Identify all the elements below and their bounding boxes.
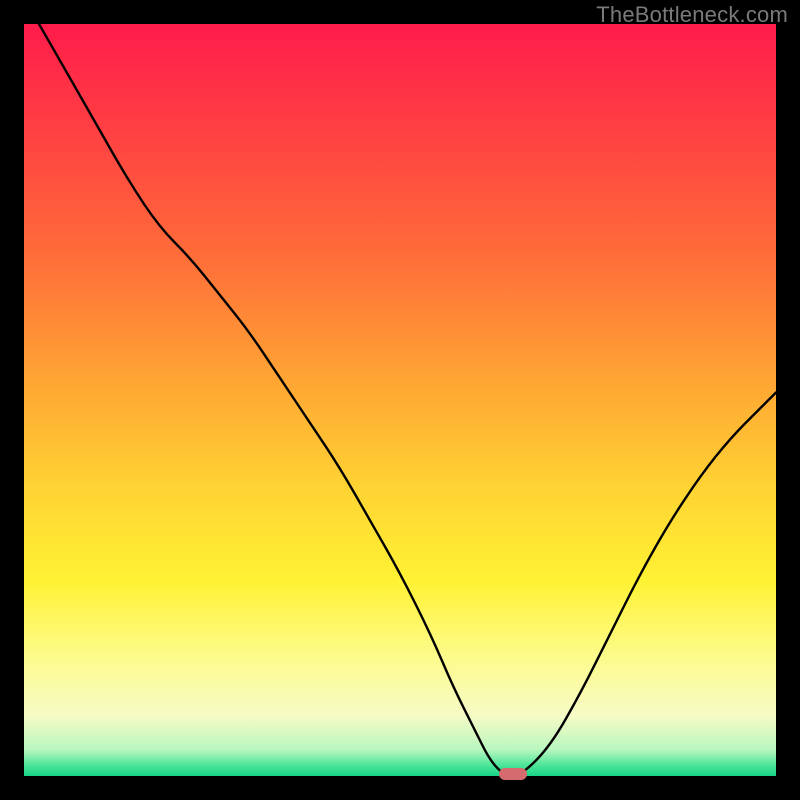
- gradient-background: [24, 24, 776, 776]
- chart-frame: [24, 24, 776, 776]
- optimal-marker-pill: [499, 768, 527, 780]
- watermark-text: TheBottleneck.com: [596, 2, 788, 28]
- bottleneck-chart: [24, 24, 776, 776]
